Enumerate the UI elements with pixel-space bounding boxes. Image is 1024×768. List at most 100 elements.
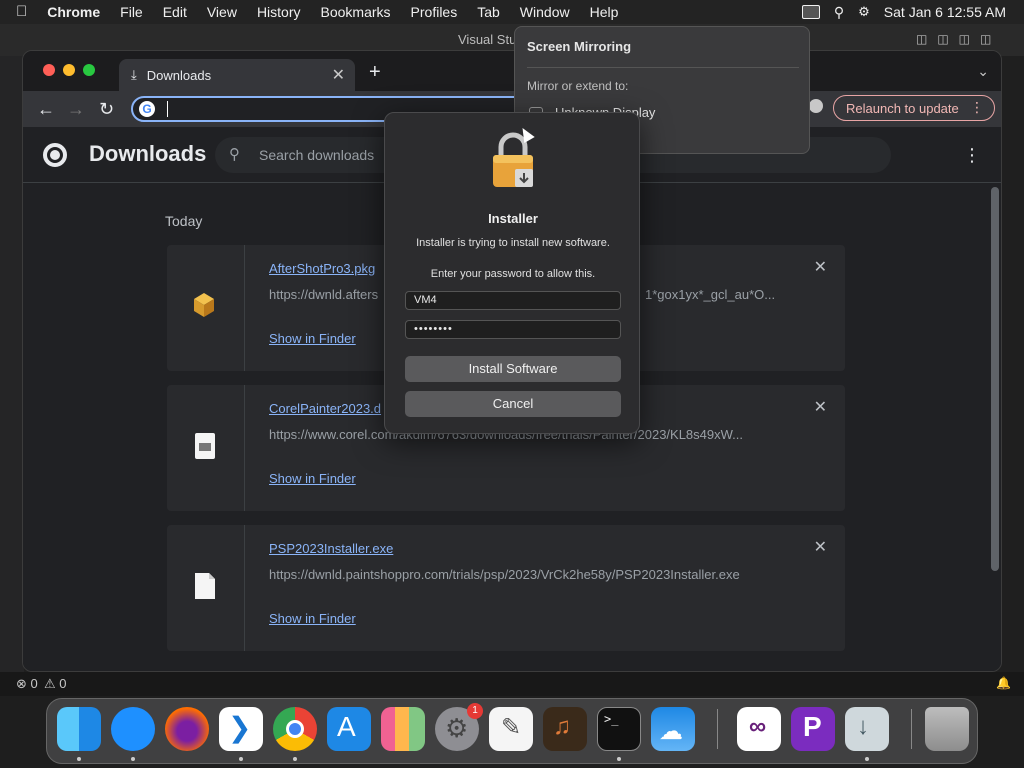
relaunch-button[interactable]: Relaunch to update ⋮ <box>833 95 995 121</box>
visual-studio-icon[interactable]: ∞ <box>737 707 781 751</box>
menu-profiles[interactable]: Profiles <box>401 0 468 24</box>
download-url-tail: 1*gox1yx*_gcl_au*O... <box>645 287 776 302</box>
tab-strip: ⤓ Downloads ✕ + ⌄ <box>23 51 1001 91</box>
new-tab-button[interactable]: + <box>369 61 381 84</box>
warnings-count[interactable]: ⚠ 0 <box>44 676 67 692</box>
finder-icon[interactable] <box>57 707 101 751</box>
tab-title: Downloads <box>146 67 212 83</box>
profile-icon[interactable] <box>809 99 823 113</box>
tab-downloads[interactable]: ⤓ Downloads ✕ <box>119 59 355 91</box>
dock-separator <box>911 709 912 749</box>
vscode-icon[interactable]: ❯ <box>219 707 263 751</box>
spotlight-icon[interactable]: ⚲ <box>834 4 844 21</box>
username-field[interactable]: VM4 <box>405 291 621 310</box>
file-icon-area <box>167 245 245 371</box>
chrome-icon[interactable] <box>273 707 317 751</box>
dock-separator <box>717 709 718 749</box>
menu-bookmarks[interactable]: Bookmarks <box>311 0 401 24</box>
dialog-title: Installer <box>488 211 538 226</box>
tab-close-icon[interactable]: ✕ <box>332 65 345 85</box>
relaunch-label: Relaunch to update <box>846 100 959 116</box>
running-indicator <box>77 757 81 761</box>
cloud-glyph: ☁ <box>659 718 683 745</box>
download-url: https://dwnld.paintshoppro.com/trials/ps… <box>269 567 740 582</box>
vscode-activity-bar <box>0 56 24 672</box>
p-glyph: P <box>803 711 822 742</box>
errors-count[interactable]: ⊗ 0 <box>16 676 38 692</box>
menu-help[interactable]: Help <box>580 0 629 24</box>
reload-icon[interactable]: ↻ <box>99 99 114 120</box>
firefox-icon[interactable] <box>165 707 209 751</box>
downloads-folder-icon[interactable]: ↓ <box>845 707 889 751</box>
vscode-title: Visual Stu <box>458 32 517 47</box>
layout-icons[interactable]: ◫◫◫◫ <box>916 32 1001 46</box>
popover-title: Screen Mirroring <box>527 39 632 54</box>
system-settings-icon[interactable]: ⚙ 1 <box>435 703 483 751</box>
textedit-icon[interactable]: ✎ <box>489 707 533 751</box>
menu-view[interactable]: View <box>197 0 247 24</box>
divider <box>527 67 799 68</box>
search-placeholder: Search downloads <box>259 147 375 163</box>
apple-menu-icon[interactable]:  <box>0 0 37 24</box>
pencil-glyph: ✎ <box>501 714 522 741</box>
more-vert-icon[interactable]: ⋮ <box>970 99 984 116</box>
back-icon[interactable]: ← <box>37 99 55 120</box>
disk-image-icon <box>195 433 215 459</box>
text-caret <box>167 101 168 117</box>
download-filename[interactable]: AfterShotPro3.pkg <box>269 261 375 276</box>
chrome-logo-icon <box>43 143 67 167</box>
dock: ❯ A ⚙ 1 ✎ ♫ >_ ☁ ∞ P ↓ <box>46 698 978 764</box>
settings-gear: ⚙ <box>445 713 469 743</box>
safari-icon[interactable] <box>111 707 155 751</box>
menu-file[interactable]: File <box>110 0 153 24</box>
running-indicator <box>239 757 243 761</box>
scrollbar[interactable] <box>991 187 999 571</box>
weather-icon[interactable]: ☁ <box>651 707 695 751</box>
chrome-center <box>286 720 304 738</box>
install-software-button[interactable]: Install Software <box>405 356 621 382</box>
show-in-finder-link[interactable]: Show in Finder <box>269 611 356 626</box>
installer-auth-dialog: Installer Installer is trying to install… <box>384 112 640 434</box>
tab-search-icon[interactable]: ⌄ <box>977 63 989 80</box>
vscode-status-bar: ⊗ 0 ⚠ 0 🔔 <box>0 672 1024 696</box>
terminal-icon[interactable]: >_ <box>597 707 641 751</box>
clock[interactable]: Sat Jan 6 12:55 AM <box>884 4 1006 20</box>
download-filename[interactable]: CorelPainter2023.d <box>269 401 381 416</box>
cancel-button[interactable]: Cancel <box>405 391 621 417</box>
zoom-window-button[interactable] <box>83 64 95 76</box>
minimize-window-button[interactable] <box>63 64 75 76</box>
app-store-icon[interactable]: A <box>327 707 371 751</box>
package-icon <box>194 293 214 317</box>
close-window-button[interactable] <box>43 64 55 76</box>
google-icon: G <box>139 101 155 117</box>
password-field[interactable]: •••••••• <box>405 320 621 339</box>
screen-mirroring-icon[interactable] <box>801 5 820 19</box>
search-icon: ⚲ <box>229 146 240 163</box>
menu-bar:  Chrome File Edit View History Bookmark… <box>0 0 1024 24</box>
trash-icon[interactable] <box>925 707 969 751</box>
dialog-prompt: Enter your password to allow this. <box>430 268 596 280</box>
bell-icon[interactable]: 🔔 <box>996 676 1011 690</box>
download-icon: ⤓ <box>131 67 137 82</box>
menu-chrome[interactable]: Chrome <box>37 0 110 24</box>
menu-tab[interactable]: Tab <box>467 0 510 24</box>
show-in-finder-link[interactable]: Show in Finder <box>269 331 356 346</box>
prompt-glyph: >_ <box>604 712 619 726</box>
download-arrow-glyph: ↓ <box>857 713 869 740</box>
control-center-icon[interactable]: ⚙ <box>858 4 870 20</box>
download-filename[interactable]: PSP2023Installer.exe <box>269 541 393 556</box>
menu-window[interactable]: Window <box>510 0 580 24</box>
vscode-glyph: ❯ <box>228 712 252 743</box>
menu-edit[interactable]: Edit <box>153 0 197 24</box>
show-in-finder-link[interactable]: Show in Finder <box>269 471 356 486</box>
remove-download-icon[interactable]: ✕ <box>814 537 827 557</box>
downloads-menu-icon[interactable]: ⋮ <box>963 145 981 166</box>
remove-download-icon[interactable]: ✕ <box>814 397 827 417</box>
launchpad-icon[interactable] <box>381 707 425 751</box>
forward-icon[interactable]: → <box>67 99 85 120</box>
menu-history[interactable]: History <box>247 0 311 24</box>
garageband-icon[interactable]: ♫ <box>543 707 587 751</box>
powershell-icon[interactable]: P <box>791 707 835 751</box>
guitar-glyph: ♫ <box>553 713 571 740</box>
remove-download-icon[interactable]: ✕ <box>814 257 827 277</box>
